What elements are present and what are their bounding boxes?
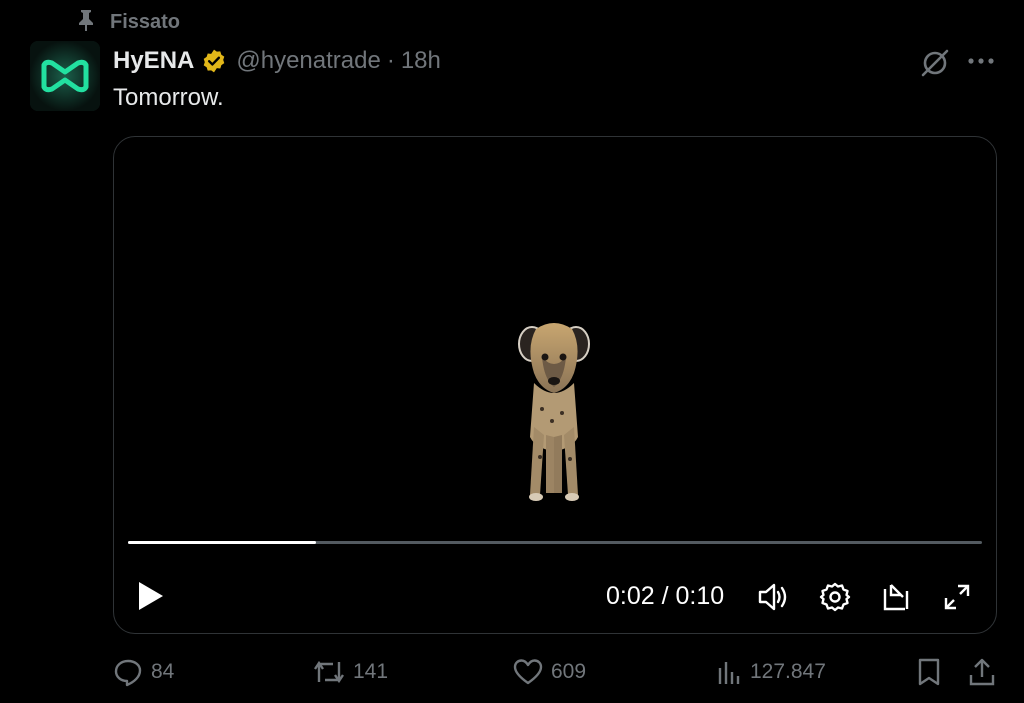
reply-icon (114, 659, 142, 687)
share-icon (969, 658, 995, 686)
progress-fill (128, 541, 316, 544)
heart-icon (513, 659, 543, 685)
post-text: Tomorrow. (113, 84, 224, 111)
author-name[interactable]: HyENA (113, 47, 194, 75)
pop-out-button[interactable] (880, 580, 914, 614)
views-chart-icon (718, 662, 740, 684)
fullscreen-icon (944, 584, 970, 610)
time-separator: / (654, 582, 676, 610)
pinned-indicator: Fissato (76, 9, 180, 35)
bookmark-button[interactable] (916, 654, 942, 690)
video-player[interactable]: 0:02 / 0:10 (113, 136, 997, 634)
post-actions: 84 141 609 127.847 (113, 654, 998, 690)
views-button[interactable]: 127.847 (716, 654, 826, 690)
repost-count: 141 (353, 660, 389, 683)
verified-badge-icon (201, 48, 227, 74)
volume-icon (758, 583, 787, 611)
reply-count: 84 (151, 660, 175, 683)
video-timecode: 0:02 / 0:10 (606, 582, 724, 611)
duration: 0:10 (675, 582, 725, 610)
volume-button[interactable] (756, 580, 790, 614)
reply-button[interactable]: 84 (113, 654, 174, 690)
like-count: 609 (551, 660, 587, 683)
repost-icon (314, 660, 344, 684)
current-time: 0:02 (606, 582, 655, 610)
pop-out-icon (883, 584, 909, 611)
fullscreen-button[interactable] (940, 580, 974, 614)
view-count: 127.847 (750, 660, 826, 683)
progress-bar[interactable] (128, 541, 982, 544)
pin-icon (76, 8, 96, 37)
pinned-label: Fissato (110, 10, 181, 33)
header-separator: · (386, 47, 395, 74)
bookmark-icon (918, 658, 940, 686)
share-button[interactable] (968, 654, 996, 690)
author-handle[interactable]: @hyenatrade (236, 47, 380, 75)
avatar[interactable] (30, 41, 100, 111)
play-button[interactable] (136, 579, 166, 613)
post-header: HyENA @hyenatrade · 18h (113, 44, 441, 78)
grok-icon[interactable] (918, 46, 952, 85)
settings-icon (819, 582, 851, 612)
video-frame-hyena (518, 323, 590, 501)
repost-button[interactable]: 141 (313, 654, 388, 690)
more-options-icon[interactable] (966, 48, 996, 79)
play-icon (139, 582, 163, 610)
like-button[interactable]: 609 (513, 654, 586, 690)
settings-button[interactable] (818, 580, 852, 614)
post-time[interactable]: 18h (401, 47, 441, 75)
